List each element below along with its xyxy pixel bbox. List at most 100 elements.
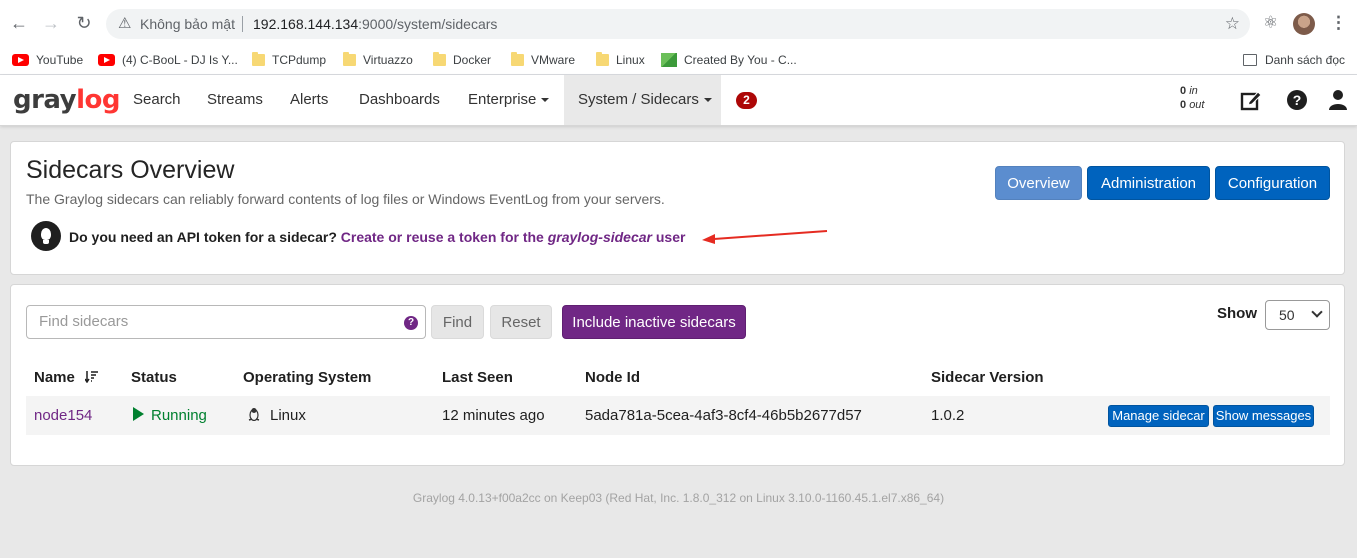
sidecar-name-link[interactable]: node154 xyxy=(34,407,92,424)
reading-list-label: Danh sách đọc xyxy=(1264,53,1345,67)
configuration-button[interactable]: Configuration xyxy=(1215,166,1330,200)
column-header-name[interactable]: Name xyxy=(34,369,99,386)
bookmark-youtube[interactable]: YouTube xyxy=(12,45,83,75)
throughput-out-value: 0 xyxy=(1180,99,1187,111)
created-by-you-icon xyxy=(661,53,677,67)
caret-down-icon xyxy=(703,98,712,103)
bookmark-label: Docker xyxy=(453,53,492,67)
bookmark-label: VMware xyxy=(531,53,576,67)
sidecar-os: Linux xyxy=(248,407,306,424)
administration-button[interactable]: Administration xyxy=(1087,166,1210,200)
address-bar[interactable]: ⚠ Không bảo mật 192.168.144.134:9000/sys… xyxy=(106,9,1250,39)
reading-list[interactable]: Danh sách đọc xyxy=(1242,45,1345,75)
column-header-status: Status xyxy=(131,369,177,386)
url-path: :9000/system/sidecars xyxy=(358,16,498,32)
browser-menu-icon[interactable]: ⋮ xyxy=(1330,13,1347,33)
footer-version: Graylog 4.0.13+f00a2cc on Keep03 (Red Ha… xyxy=(412,491,945,505)
notification-badge[interactable]: 2 xyxy=(736,92,757,109)
sort-icon[interactable] xyxy=(84,371,99,384)
url-text[interactable]: 192.168.144.134:9000/system/sidecars xyxy=(253,9,497,39)
column-header-os: Operating System xyxy=(243,369,372,386)
reset-button[interactable]: Reset xyxy=(490,305,552,339)
status-label: Running xyxy=(151,407,207,424)
api-token-question: Do you need an API token for a sidecar? xyxy=(69,229,337,245)
search-input[interactable]: Find sidecars ? xyxy=(26,305,426,339)
sidecar-last-seen: 12 minutes ago xyxy=(442,407,545,424)
nav-dashboards[interactable]: Dashboards xyxy=(359,75,440,125)
show-label: Show xyxy=(1217,305,1257,322)
folder-icon xyxy=(252,52,265,66)
profile-avatar[interactable] xyxy=(1293,13,1315,35)
throughput-out-label: out xyxy=(1189,99,1205,111)
bookmark-linux[interactable]: Linux xyxy=(596,45,645,75)
youtube-icon xyxy=(98,54,115,66)
folder-icon xyxy=(511,52,524,66)
folder-icon xyxy=(343,52,356,66)
include-inactive-button[interactable]: Include inactive sidecars xyxy=(562,305,746,339)
link-suffix: user xyxy=(655,229,686,245)
reading-list-icon xyxy=(1242,54,1257,66)
logo-gray: gray xyxy=(13,85,77,115)
extensions-puzzle-icon[interactable]: ⚛ xyxy=(1263,13,1278,33)
back-arrow-icon[interactable]: ← xyxy=(8,12,30,34)
bookmark-created-by-you[interactable]: Created By You - C... xyxy=(661,45,797,75)
bookmark-cbool[interactable]: (4) C-BooL - DJ Is Y... xyxy=(98,45,238,75)
sidecars-header-panel: Sidecars Overview The Graylog sidecars c… xyxy=(10,141,1345,275)
chevron-down-icon xyxy=(1311,306,1323,318)
page-size-select[interactable]: 50 xyxy=(1265,300,1330,330)
forward-arrow-icon[interactable]: → xyxy=(40,12,62,34)
bookmark-vmware[interactable]: VMware xyxy=(511,45,575,75)
os-label: Linux xyxy=(270,407,306,424)
create-token-link[interactable]: Create or reuse a token for the graylog-… xyxy=(341,229,686,245)
column-header-version: Sidecar Version xyxy=(931,369,1044,386)
page-size-value: 50 xyxy=(1279,307,1295,323)
search-help-icon[interactable]: ? xyxy=(404,316,418,330)
search-placeholder: Find sidecars xyxy=(39,313,129,330)
folder-icon xyxy=(433,52,446,66)
user-menu-icon[interactable] xyxy=(1327,89,1349,111)
nav-alerts[interactable]: Alerts xyxy=(290,75,328,125)
bookmark-label: Created By You - C... xyxy=(684,53,797,67)
sidecar-node-id: 5ada781a-5cea-4af3-8cf4-46b5b2677d57 xyxy=(585,407,862,424)
reload-icon[interactable]: ↻ xyxy=(73,12,95,34)
bookmark-virtuazzo[interactable]: Virtuazzo xyxy=(343,45,413,75)
help-icon[interactable]: ? xyxy=(1286,89,1308,111)
bookmark-tcpdump[interactable]: TCPdump xyxy=(252,45,326,75)
security-warning-label[interactable]: Không bảo mật xyxy=(140,9,235,39)
column-header-last-seen: Last Seen xyxy=(442,369,513,386)
link-user: graylog-sidecar xyxy=(547,229,652,245)
bookmark-star-icon[interactable]: ☆ xyxy=(1225,9,1240,39)
nav-system-label: System / Sidecars xyxy=(578,91,699,108)
bookmark-label: YouTube xyxy=(36,53,84,67)
api-token-tip: Do you need an API token for a sidecar? … xyxy=(69,229,685,245)
bookmark-label: Linux xyxy=(616,53,645,67)
page-title: Sidecars Overview xyxy=(26,156,235,184)
sidecar-version: 1.0.2 xyxy=(931,407,965,424)
sidecar-status: Running xyxy=(133,407,207,424)
column-label: Name xyxy=(34,369,75,386)
browser-toolbar: ← → ↻ ⚠ Không bảo mật 192.168.144.134:90… xyxy=(0,0,1357,45)
nav-search[interactable]: Search xyxy=(133,75,181,125)
nav-enterprise[interactable]: Enterprise xyxy=(468,75,550,125)
warning-triangle-icon[interactable]: ⚠ xyxy=(118,9,131,39)
bookmark-docker[interactable]: Docker xyxy=(433,45,491,75)
url-host: 192.168.144.134 xyxy=(253,16,359,32)
overview-button[interactable]: Overview xyxy=(995,166,1082,200)
find-button[interactable]: Find xyxy=(431,305,484,339)
nav-system-sidecars[interactable]: System / Sidecars xyxy=(564,75,721,125)
page-description: The Graylog sidecars can reliably forwar… xyxy=(26,191,665,207)
edit-scratchpad-icon[interactable] xyxy=(1240,89,1262,111)
graylog-logo[interactable]: graylog xyxy=(13,85,121,115)
link-prefix: Create or reuse a token for the xyxy=(340,229,544,245)
play-icon xyxy=(133,407,144,421)
graylog-navbar: graylog Search Streams Alerts Dashboards… xyxy=(0,75,1357,126)
caret-down-icon xyxy=(541,98,550,103)
nav-streams[interactable]: Streams xyxy=(207,75,263,125)
svg-text:?: ? xyxy=(1293,92,1302,108)
show-messages-button[interactable]: Show messages xyxy=(1213,405,1314,427)
throughput-in-label: in xyxy=(1189,85,1198,97)
bookmark-label: TCPdump xyxy=(272,53,327,67)
lightbulb-icon xyxy=(31,221,61,251)
url-divider xyxy=(242,16,243,32)
manage-sidecar-button[interactable]: Manage sidecar xyxy=(1108,405,1209,427)
